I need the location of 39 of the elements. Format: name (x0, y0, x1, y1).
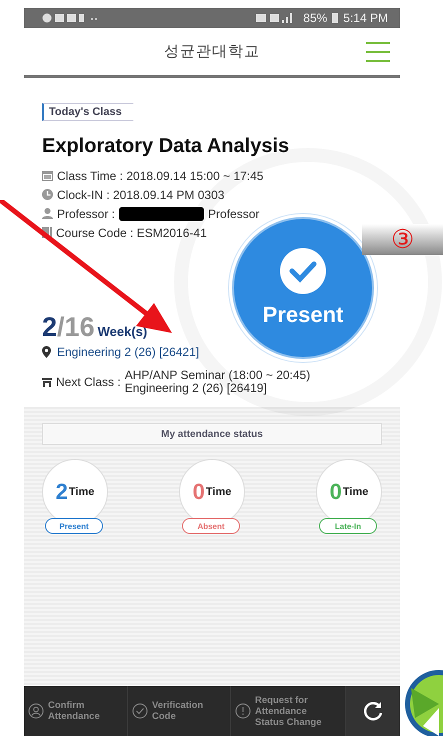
next-class-label: Next Class : (56, 375, 121, 389)
stat-unit: Time (68, 486, 94, 498)
stat-unit: Time (206, 486, 232, 498)
current-week: 2 (42, 312, 58, 343)
stat-count: 0 (192, 479, 205, 505)
stat-unit: Time (342, 486, 368, 498)
desk-icon (42, 377, 52, 387)
clock-icon (42, 189, 53, 200)
app-title: 성균관대학교 (164, 42, 260, 61)
attendance-title: My attendance status (42, 423, 382, 445)
person-icon (42, 208, 53, 219)
location-pin-icon (42, 346, 51, 358)
next-class-text: AHP/ANP Seminar (18:00 ~ 20:45) (124, 369, 310, 382)
stat-count: 2 (56, 479, 68, 505)
location-text: Engineering 2 (26) [26421] (57, 345, 200, 359)
total-weeks: 16 (64, 312, 95, 343)
week-unit: Week(s) (98, 324, 148, 339)
week-slash: / (57, 312, 65, 343)
alert-icon (235, 703, 251, 719)
battery-icon (332, 13, 338, 23)
clock-time: 5:14 PM (343, 11, 388, 25)
check-icon (280, 248, 326, 294)
info-text: Professor : (57, 206, 116, 220)
info-text: Class Time : 2018.09.14 15:00 ~ 17:45 (57, 168, 264, 182)
stat-label: Absent (182, 518, 240, 534)
info-text: Course Code : ESM2016-41 (56, 226, 207, 240)
todays-class-tag: Today's Class (42, 103, 134, 121)
annotation-badge: ③ (362, 224, 443, 255)
check-circle-icon (132, 703, 148, 719)
next-class-text: Engineering 2 (26) [26419] (124, 382, 268, 395)
person-icon (28, 703, 44, 719)
calendar-icon (42, 170, 53, 180)
battery-percent: 85% (303, 11, 328, 25)
info-text: Clock-IN : 2018.09.14 PM 0303 (57, 188, 224, 202)
stat-count: 0 (330, 479, 342, 505)
refresh-icon (362, 700, 384, 722)
stat-label: Late-In (319, 518, 377, 534)
course-title: Exploratory Data Analysis (42, 135, 290, 158)
stat-label: Present (45, 518, 103, 534)
